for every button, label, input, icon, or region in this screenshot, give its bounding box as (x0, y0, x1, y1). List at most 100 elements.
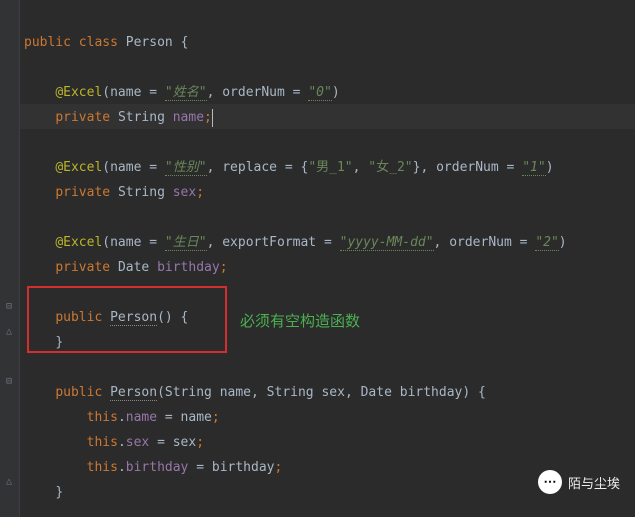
paren: ( (102, 160, 110, 175)
highlight-box (27, 286, 227, 353)
code-line[interactable]: public Person(String name, String sex, D… (24, 380, 635, 405)
comma: , (345, 385, 361, 400)
keyword: class (79, 35, 118, 50)
field-ref: sex (126, 435, 149, 450)
expr: = name (157, 410, 212, 425)
param: name (110, 160, 141, 175)
semicolon: ; (274, 460, 282, 475)
field-ref: name (126, 410, 157, 425)
keyword: public (55, 385, 102, 400)
string: "0" (308, 85, 331, 101)
string: "男_1" (308, 160, 352, 175)
param: name (110, 85, 141, 100)
string: "2" (535, 235, 558, 251)
field-name: birthday (157, 260, 220, 275)
dot: . (118, 435, 126, 450)
code-line[interactable]: this.sex = sex; (24, 430, 635, 455)
code-line[interactable]: @Excel(name = "生日", exportFormat = "yyyy… (24, 230, 635, 255)
paren: ) { (462, 385, 485, 400)
semicolon: ; (220, 260, 228, 275)
param: exportFormat (222, 235, 316, 250)
caret (212, 109, 213, 127)
param: orderNum (436, 160, 499, 175)
op: = (499, 160, 522, 175)
keyword: this (87, 460, 118, 475)
code-line[interactable] (24, 5, 635, 30)
string: "女_2" (368, 160, 412, 175)
keyword: this (87, 435, 118, 450)
string: "性别" (165, 160, 207, 176)
code-line[interactable] (24, 355, 635, 380)
code-line[interactable] (24, 205, 635, 230)
string: "生日" (165, 235, 207, 251)
keyword: public (24, 35, 71, 50)
paren: ) (559, 235, 567, 250)
code-line[interactable]: private Date birthday; (24, 255, 635, 280)
keyword: private (55, 110, 110, 125)
annotation: @Excel (55, 160, 102, 175)
fold-mark-end[interactable]: △ (3, 326, 15, 338)
param: name (220, 385, 251, 400)
watermark-text: 陌与尘埃 (568, 473, 620, 492)
code-line[interactable]: private String sex; (24, 180, 635, 205)
op: = (141, 235, 164, 250)
type: String (118, 185, 165, 200)
semicolon: ; (196, 185, 204, 200)
code-line[interactable]: @Excel(name = "性别", replace = {"男_1", "女… (24, 155, 635, 180)
fold-mark[interactable]: ⊟ (3, 376, 15, 388)
class-name: Person (126, 35, 173, 50)
op: = (316, 235, 339, 250)
code-line[interactable] (24, 130, 635, 155)
watermark: ⋯ 陌与尘埃 (538, 470, 620, 494)
comma: , (420, 160, 436, 175)
param: name (110, 235, 141, 250)
annotation: @Excel (55, 85, 102, 100)
type: String (165, 385, 212, 400)
code-line[interactable]: public class Person { (24, 30, 635, 55)
code-line[interactable]: this.name = name; (24, 405, 635, 430)
param: sex (321, 385, 344, 400)
brace: { (181, 35, 189, 50)
op: = (285, 85, 308, 100)
annotation-note: 必须有空构造函数 (240, 310, 360, 331)
paren: ) (546, 160, 554, 175)
type: Date (118, 260, 149, 275)
string: "1" (522, 160, 545, 176)
comma: , (434, 235, 450, 250)
string: "yyyy-MM-dd" (340, 235, 434, 251)
brace: } (55, 485, 63, 500)
param: replace (222, 160, 277, 175)
semicolon: ; (196, 435, 204, 450)
field-name: name (173, 110, 204, 125)
type: String (118, 110, 165, 125)
code-line[interactable] (24, 55, 635, 80)
paren: ) (332, 85, 340, 100)
comma: , (207, 160, 223, 175)
code-editor[interactable]: public class Person { @Excel(name = "姓名"… (20, 0, 635, 517)
param: orderNum (222, 85, 285, 100)
dot: . (118, 460, 126, 475)
dot: . (118, 410, 126, 425)
semicolon: ; (212, 410, 220, 425)
comma: , (251, 385, 267, 400)
expr: = birthday (188, 460, 274, 475)
comma: , (207, 235, 223, 250)
paren: ( (102, 85, 110, 100)
field-name: sex (173, 185, 196, 200)
paren: ( (157, 385, 165, 400)
param: orderNum (449, 235, 512, 250)
comma: , (207, 85, 223, 100)
paren: ( (102, 235, 110, 250)
op: = (141, 160, 164, 175)
op: = (512, 235, 535, 250)
fold-mark-end[interactable]: △ (3, 476, 15, 488)
code-line[interactable]: private String name; (24, 105, 635, 130)
op: = (141, 85, 164, 100)
annotation: @Excel (55, 235, 102, 250)
param: birthday (400, 385, 463, 400)
wechat-icon: ⋯ (538, 470, 562, 494)
comma: , (353, 160, 369, 175)
code-line[interactable]: @Excel(name = "姓名", orderNum = "0") (24, 80, 635, 105)
keyword: private (55, 260, 110, 275)
fold-mark[interactable]: ⊟ (3, 301, 15, 313)
